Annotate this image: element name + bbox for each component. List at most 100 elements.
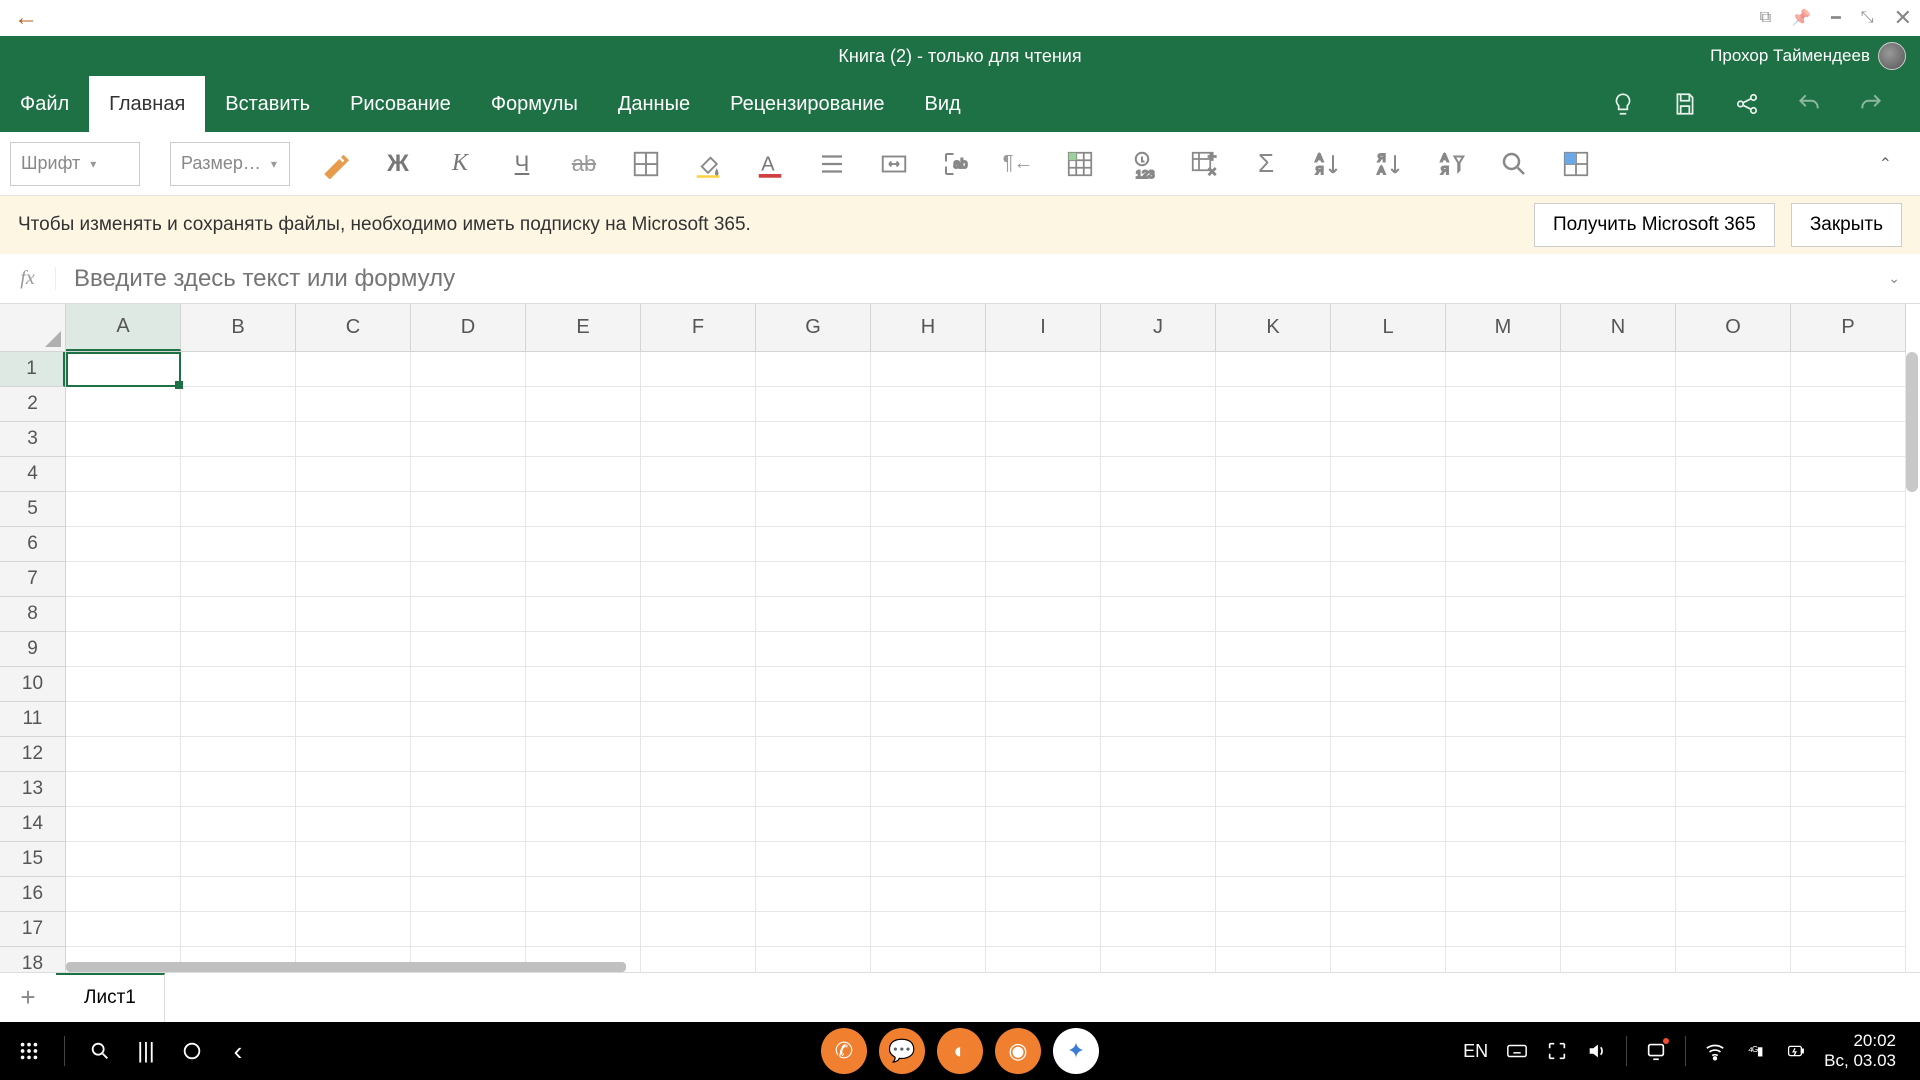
cell[interactable] <box>1791 422 1906 457</box>
cell[interactable] <box>1446 527 1561 562</box>
cell[interactable] <box>641 527 756 562</box>
volume-icon[interactable] <box>1586 1040 1608 1062</box>
cell[interactable] <box>986 632 1101 667</box>
cell[interactable] <box>1446 562 1561 597</box>
search-icon[interactable] <box>89 1040 111 1062</box>
cell[interactable] <box>986 597 1101 632</box>
bold-icon[interactable]: Ж <box>382 148 414 180</box>
cell[interactable] <box>181 737 296 772</box>
cell[interactable] <box>871 912 986 947</box>
cell[interactable] <box>1676 947 1791 972</box>
cell[interactable] <box>1561 597 1676 632</box>
cell[interactable] <box>1446 492 1561 527</box>
cell[interactable] <box>296 807 411 842</box>
row-header[interactable]: 17 <box>0 912 65 947</box>
cell[interactable] <box>1101 422 1216 457</box>
cell[interactable] <box>1216 912 1331 947</box>
cell[interactable] <box>66 597 181 632</box>
cell[interactable] <box>1101 457 1216 492</box>
cell[interactable] <box>871 632 986 667</box>
cell[interactable] <box>641 737 756 772</box>
cell[interactable] <box>871 387 986 422</box>
cell[interactable] <box>411 877 526 912</box>
cell[interactable] <box>1331 842 1446 877</box>
cell[interactable] <box>1676 457 1791 492</box>
strikethrough-icon[interactable]: ab <box>568 148 600 180</box>
cell[interactable] <box>1446 912 1561 947</box>
cell[interactable] <box>1446 387 1561 422</box>
cell[interactable] <box>756 632 871 667</box>
cell[interactable] <box>756 667 871 702</box>
italic-icon[interactable]: К <box>444 148 476 180</box>
cell[interactable] <box>296 772 411 807</box>
cell[interactable] <box>1561 562 1676 597</box>
cell[interactable] <box>296 877 411 912</box>
apps-grid-icon[interactable] <box>18 1040 40 1062</box>
back-icon[interactable]: ‹ <box>227 1040 249 1062</box>
cell[interactable] <box>871 422 986 457</box>
conditional-format-icon[interactable] <box>1064 148 1096 180</box>
cell[interactable] <box>1676 352 1791 387</box>
cell[interactable] <box>296 352 411 387</box>
font-dropdown[interactable]: Шрифт▾ <box>10 142 140 186</box>
close-banner-button[interactable]: Закрыть <box>1791 203 1902 247</box>
cell[interactable] <box>1101 912 1216 947</box>
cell[interactable] <box>181 597 296 632</box>
cell[interactable] <box>411 457 526 492</box>
cell[interactable] <box>181 912 296 947</box>
tab-data[interactable]: Данные <box>598 76 710 132</box>
row-header[interactable]: 8 <box>0 597 65 632</box>
cell[interactable] <box>641 457 756 492</box>
input-lang[interactable]: EN <box>1463 1041 1488 1062</box>
taskbar-app-copilot[interactable]: ✦ <box>1053 1028 1099 1074</box>
cell[interactable] <box>1791 702 1906 737</box>
cell[interactable] <box>526 702 641 737</box>
cell[interactable] <box>986 667 1101 702</box>
cell[interactable] <box>1101 807 1216 842</box>
cell[interactable] <box>181 632 296 667</box>
cell[interactable] <box>1331 387 1446 422</box>
cell[interactable] <box>871 842 986 877</box>
cell[interactable] <box>411 807 526 842</box>
cell[interactable] <box>1101 772 1216 807</box>
cell[interactable] <box>871 492 986 527</box>
taskbar-app-phone[interactable]: ✆ <box>821 1028 867 1074</box>
cell[interactable] <box>1216 632 1331 667</box>
cell[interactable] <box>411 527 526 562</box>
fill-color-icon[interactable] <box>692 148 724 180</box>
cell[interactable] <box>181 562 296 597</box>
taskbar-app-browser[interactable]: ◐ <box>937 1028 983 1074</box>
cell[interactable] <box>1446 947 1561 972</box>
cell[interactable] <box>641 562 756 597</box>
cell[interactable] <box>1561 807 1676 842</box>
row-header[interactable]: 4 <box>0 457 65 492</box>
row-header[interactable]: 5 <box>0 492 65 527</box>
cell[interactable] <box>66 632 181 667</box>
cell[interactable] <box>1561 422 1676 457</box>
cell[interactable] <box>1446 667 1561 702</box>
cell[interactable] <box>1561 352 1676 387</box>
cell[interactable] <box>1561 667 1676 702</box>
column-header[interactable]: L <box>1331 304 1446 351</box>
cell[interactable] <box>296 387 411 422</box>
cell[interactable] <box>1101 387 1216 422</box>
cell[interactable] <box>1216 562 1331 597</box>
cell[interactable] <box>1791 632 1906 667</box>
cell[interactable] <box>986 772 1101 807</box>
cell[interactable] <box>1446 807 1561 842</box>
cell[interactable] <box>1791 352 1906 387</box>
select-all-corner[interactable] <box>0 304 66 352</box>
tab-file[interactable]: Файл <box>0 76 89 132</box>
cell[interactable] <box>526 457 641 492</box>
cell[interactable] <box>66 737 181 772</box>
cell[interactable] <box>1331 667 1446 702</box>
window-shrink-icon[interactable]: ⤡ <box>1861 9 1874 27</box>
cell[interactable] <box>1101 352 1216 387</box>
row-header[interactable]: 15 <box>0 842 65 877</box>
cell[interactable] <box>1791 912 1906 947</box>
row-header[interactable]: 3 <box>0 422 65 457</box>
cell[interactable] <box>641 632 756 667</box>
fontsize-dropdown[interactable]: Размер…▾ <box>170 142 290 186</box>
cell[interactable] <box>181 422 296 457</box>
cell[interactable] <box>1216 597 1331 632</box>
